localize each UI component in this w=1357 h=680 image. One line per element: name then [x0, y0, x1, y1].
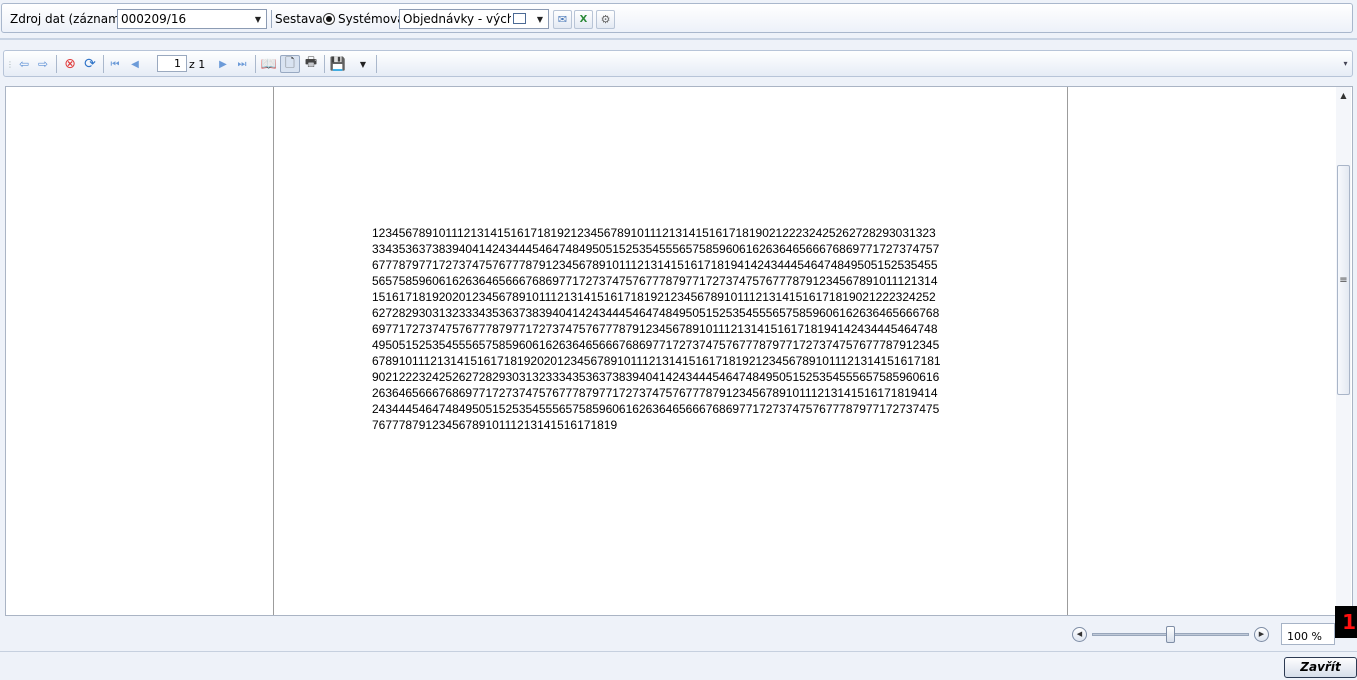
chevron-down-icon[interactable]: ▼	[250, 10, 266, 28]
back-icon[interactable]: ⇦	[16, 55, 32, 73]
report-combo[interactable]: Objednávky - vých... ▼	[399, 9, 549, 29]
page-border-left	[273, 87, 274, 615]
report-preview: 1234567891011121314151617181921234567891…	[5, 86, 1353, 616]
envelope-icon: ✉	[557, 13, 568, 26]
separator	[255, 55, 256, 73]
first-page-icon[interactable]: ⏮	[108, 55, 122, 73]
excel-icon: X	[579, 14, 588, 25]
settings-button[interactable]: ⚙	[596, 10, 615, 29]
page-layout-icon[interactable]: 📖	[260, 55, 278, 73]
report-label: Sestava:	[275, 12, 327, 26]
save-icon[interactable]: 💾	[329, 55, 347, 73]
print-layout-icon[interactable]: 🗋	[280, 55, 300, 73]
next-page-icon[interactable]: ▶	[216, 55, 230, 73]
separator	[324, 55, 325, 73]
page-border-right	[1067, 87, 1068, 615]
vertical-scrollbar[interactable]: ▲ ≡	[1336, 87, 1351, 615]
chevron-down-icon[interactable]: ▼	[357, 55, 369, 73]
report-value: Objednávky - vých...	[403, 12, 511, 26]
source-value: 000209/16	[121, 12, 187, 26]
divider	[0, 651, 1357, 652]
zoom-slider-thumb[interactable]	[1166, 626, 1175, 643]
separator	[56, 55, 57, 73]
toolbar-overflow-icon[interactable]: ▾	[1341, 53, 1350, 74]
refresh-icon[interactable]: ⟳	[82, 55, 98, 73]
window-icon	[513, 13, 526, 24]
chevron-down-icon[interactable]: ▼	[532, 10, 548, 28]
email-button[interactable]: ✉	[553, 10, 572, 29]
viewer-toolbar: ⋮ ⇦ ⇨ ⊗ ⟳ ⏮ ◀ 1 z 1 ▶ ⏭ 📖 🗋 🖶 💾 ▼ ▾	[3, 50, 1353, 77]
system-radio[interactable]	[323, 13, 335, 25]
forward-icon[interactable]: ⇨	[35, 55, 51, 73]
divider	[0, 38, 1357, 40]
report-content: 1234567891011121314151617181921234567891…	[372, 226, 941, 432]
separator	[103, 55, 104, 73]
page-number-input[interactable]: 1	[157, 55, 187, 72]
system-radio-label[interactable]: Systémová	[338, 12, 405, 26]
stop-icon[interactable]: ⊗	[62, 55, 78, 73]
close-button[interactable]: Zavřít	[1284, 657, 1357, 678]
zoom-in-button[interactable]: ▶	[1254, 627, 1269, 642]
zoom-out-button[interactable]: ◀	[1072, 627, 1087, 642]
gear-icon: ⚙	[600, 13, 611, 26]
source-combo[interactable]: 000209/16 ▼	[117, 9, 267, 29]
scroll-thumb[interactable]: ≡	[1337, 165, 1350, 395]
separator	[376, 55, 377, 73]
page-count: z 1	[189, 58, 206, 71]
excel-export-button[interactable]: X	[574, 10, 593, 29]
last-page-icon[interactable]: ⏭	[235, 55, 249, 73]
notification-badge: 1	[1335, 606, 1357, 638]
separator	[271, 10, 272, 28]
source-label: Zdroj dat (záznam):	[10, 12, 129, 26]
zoom-level[interactable]: 100 %	[1281, 623, 1335, 645]
print-icon[interactable]: 🖶	[302, 55, 320, 73]
scroll-up-icon[interactable]: ▲	[1336, 89, 1351, 103]
parameter-bar: Zdroj dat (záznam): 000209/16 ▼ Sestava:…	[1, 3, 1353, 33]
previous-page-icon[interactable]: ◀	[128, 55, 142, 73]
grip-icon: ⋮	[6, 59, 14, 69]
